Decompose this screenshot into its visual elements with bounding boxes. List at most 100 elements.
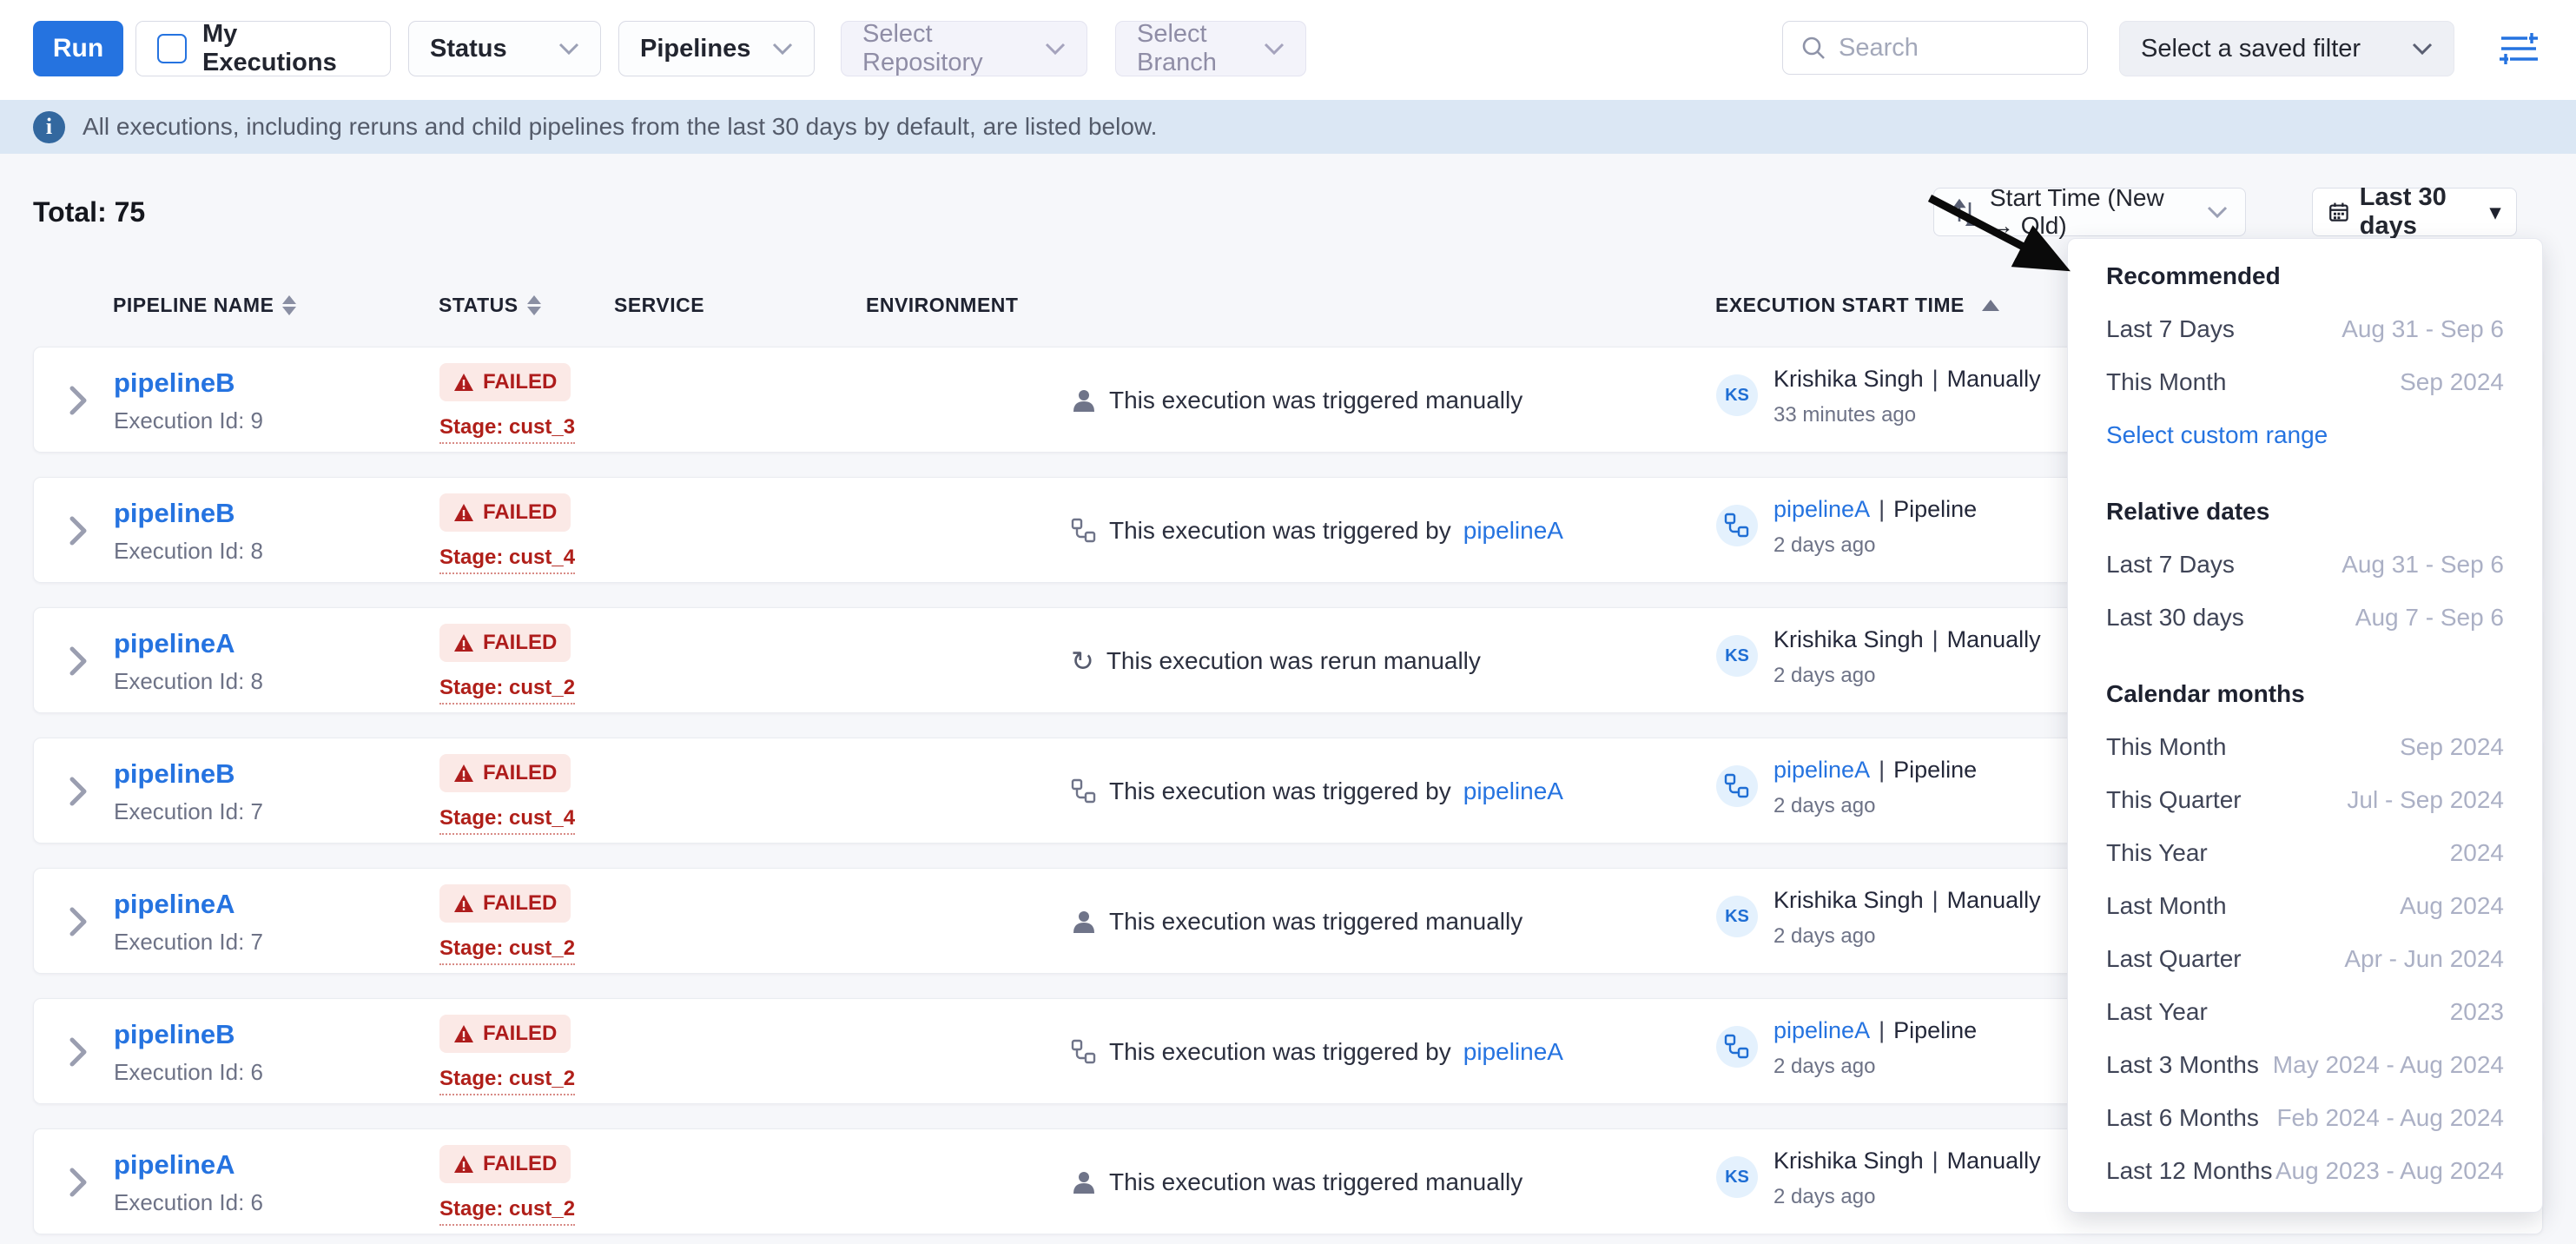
header-execution-start-time[interactable]: EXECUTION START TIME (1715, 294, 1999, 317)
menu-item-last-quarter[interactable]: Last Quarter Apr - Jun 2024 (2068, 932, 2542, 985)
saved-filter-dropdown[interactable]: Select a saved filter (2119, 21, 2454, 76)
pipeline-name-link[interactable]: pipelineB (114, 1019, 235, 1050)
header-pipeline-name-label: PIPELINE NAME (113, 294, 274, 317)
menu-item-label: This Quarter (2106, 786, 2242, 814)
pipeline-icon (1724, 773, 1750, 799)
status-filter-dropdown[interactable]: Status (408, 21, 601, 76)
select-branch-dropdown[interactable]: Select Branch (1115, 21, 1306, 76)
filter-settings-icon[interactable] (2498, 30, 2540, 68)
execution-start-cell: KS Krishika Singh|Manually 2 days ago (1716, 1148, 2041, 1209)
failed-stage-link[interactable]: Stage: cust_2 (439, 936, 575, 965)
date-range-button[interactable]: Last 30 days ▾ (2312, 188, 2517, 236)
menu-item-last-6-months[interactable]: Last 6 Months Feb 2024 - Aug 2024 (2068, 1091, 2542, 1144)
pipeline-name-link[interactable]: pipelineA (114, 1149, 235, 1181)
menu-item-last-7-days[interactable]: Last 7 Days Aug 31 - Sep 6 (2068, 302, 2542, 355)
actor-pipeline-link[interactable]: pipelineA (1773, 1017, 1870, 1043)
menu-item-last-3-months[interactable]: Last 3 Months May 2024 - Aug 2024 (2068, 1038, 2542, 1091)
trigger-type: Pipeline (1893, 757, 1977, 783)
menu-item-label: Last 6 Months (2106, 1104, 2259, 1132)
trigger-type: Pipeline (1893, 1017, 1977, 1043)
time-ago: 2 days ago (1773, 924, 2041, 949)
separator: | (1932, 1148, 1939, 1174)
chevron-right-icon[interactable] (69, 777, 88, 806)
menu-item-this-month[interactable]: This Month Sep 2024 (2068, 720, 2542, 773)
sort-dropdown[interactable]: Start Time (New → Old) (1933, 188, 2246, 236)
failed-stage-link[interactable]: Stage: cust_4 (439, 806, 575, 835)
search-input[interactable] (1839, 34, 2047, 63)
failed-stage-link[interactable]: Stage: cust_2 (439, 1067, 575, 1095)
trigger-type: Manually (1947, 626, 2041, 652)
select-custom-range-link[interactable]: Select custom range (2106, 421, 2328, 449)
trigger-pipeline-link[interactable]: pipelineA (1463, 778, 1563, 805)
avatar: KS (1716, 1156, 1758, 1198)
menu-item-label: This Month (2106, 733, 2227, 761)
actor-name: Krishika Singh (1773, 887, 1924, 913)
actor-name: Krishika Singh (1773, 1148, 1924, 1174)
pipeline-avatar (1716, 765, 1758, 807)
chevron-down-icon (772, 43, 793, 55)
sort-label: Start Time (New → Old) (1990, 184, 2195, 240)
chevron-right-icon[interactable] (69, 646, 88, 676)
pipeline-name-link[interactable]: pipelineB (114, 758, 235, 790)
separator: | (1879, 496, 1885, 522)
caret-down-icon: ▾ (2490, 200, 2500, 225)
menu-item-range: 2023 (2450, 998, 2504, 1026)
warning-icon (453, 894, 474, 913)
header-status-label: STATUS (439, 294, 519, 317)
pipeline-name-link[interactable]: pipelineA (114, 628, 235, 659)
trigger-type: Manually (1947, 887, 2041, 913)
time-ago: 2 days ago (1773, 1185, 2041, 1209)
status-badge: FAILED (439, 1015, 571, 1053)
chevron-right-icon[interactable] (69, 516, 88, 546)
chevron-right-icon[interactable] (69, 386, 88, 415)
time-ago: 33 minutes ago (1773, 403, 2041, 427)
menu-item-label: This Year (2106, 839, 2208, 867)
chevron-right-icon[interactable] (69, 907, 88, 936)
execution-id: Execution Id: 8 (114, 668, 263, 695)
trigger-pipeline-link[interactable]: pipelineA (1463, 1038, 1563, 1066)
pipelines-filter-dropdown[interactable]: Pipelines (618, 21, 815, 76)
header-pipeline-name[interactable]: PIPELINE NAME (113, 294, 296, 317)
select-repository-dropdown[interactable]: Select Repository (841, 21, 1087, 76)
menu-item-this-year[interactable]: This Year 2024 (2068, 826, 2542, 879)
my-executions-checkbox[interactable] (157, 34, 187, 63)
menu-item-label: Last 12 Months (2106, 1157, 2272, 1185)
menu-item-last-month[interactable]: Last Month Aug 2024 (2068, 879, 2542, 932)
menu-item-last-7-days[interactable]: Last 7 Days Aug 31 - Sep 6 (2068, 538, 2542, 591)
menu-item-last-12-months[interactable]: Last 12 Months Aug 2023 - Aug 2024 (2068, 1144, 2542, 1197)
my-executions-toggle[interactable]: My Executions (135, 21, 391, 76)
separator: | (1879, 1017, 1885, 1043)
execution-start-cell: pipelineA|Pipeline 2 days ago (1716, 1017, 1977, 1079)
pipeline-icon (1724, 513, 1750, 539)
execution-start-cell: KS Krishika Singh|Manually 2 days ago (1716, 887, 2041, 949)
menu-item-range: 2024 (2450, 839, 2504, 867)
separator: | (1932, 887, 1939, 913)
failed-stage-link[interactable]: Stage: cust_2 (439, 1197, 575, 1226)
menu-item-last-year[interactable]: Last Year 2023 (2068, 985, 2542, 1038)
chevron-right-icon[interactable] (69, 1168, 88, 1197)
date-range-label: Last 30 days (2360, 183, 2480, 241)
actor-pipeline-link[interactable]: pipelineA (1773, 757, 1870, 783)
pipeline-name-link[interactable]: pipelineB (114, 367, 235, 399)
run-button[interactable]: Run (33, 21, 123, 76)
trigger-text: This execution was rerun manually (1106, 647, 1481, 675)
avatar: KS (1716, 374, 1758, 416)
trigger-type: Manually (1947, 366, 2041, 392)
trigger-pipeline-link[interactable]: pipelineA (1463, 517, 1563, 545)
failed-stage-link[interactable]: Stage: cust_4 (439, 546, 575, 574)
pipeline-name-link[interactable]: pipelineA (114, 889, 235, 920)
chevron-right-icon[interactable] (69, 1037, 88, 1067)
chevron-down-icon (1045, 43, 1066, 55)
failed-stage-link[interactable]: Stage: cust_2 (439, 676, 575, 705)
menu-item-label: Last Month (2106, 892, 2227, 920)
menu-item-this-quarter[interactable]: This Quarter Jul - Sep 2024 (2068, 773, 2542, 826)
pipeline-name-link[interactable]: pipelineB (114, 498, 235, 529)
header-status[interactable]: STATUS (439, 294, 541, 317)
menu-item-last-30-days[interactable]: Last 30 days Aug 7 - Sep 6 (2068, 591, 2542, 644)
execution-id: Execution Id: 8 (114, 538, 263, 565)
actor-pipeline-link[interactable]: pipelineA (1773, 496, 1870, 522)
menu-item-label: Last Year (2106, 998, 2208, 1026)
failed-stage-link[interactable]: Stage: cust_3 (439, 415, 575, 444)
menu-item-range: Jul - Sep 2024 (2347, 786, 2504, 814)
menu-item-this-month[interactable]: This Month Sep 2024 (2068, 355, 2542, 408)
